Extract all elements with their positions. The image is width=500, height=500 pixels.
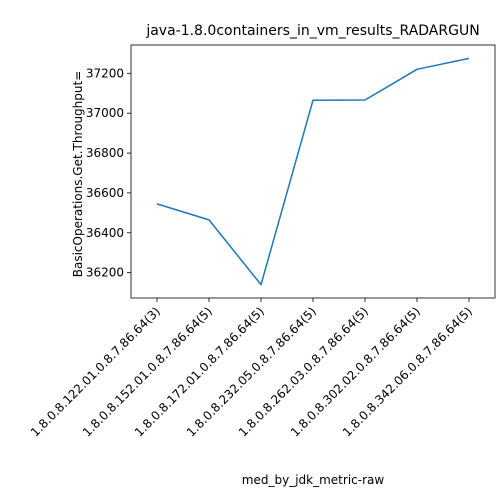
chart-title: java-1.8.0containers_in_vm_results_RADAR…: [145, 23, 479, 39]
y-tick-label: 36800: [86, 146, 124, 160]
y-tick-label: 36400: [86, 226, 124, 240]
x-axis-label: med_by_jdk_metric-raw: [242, 473, 385, 487]
plot-area: [130, 44, 496, 299]
x-axis: 1.8.0.8.122.01.0.8.7.86.64(3)1.8.0.8.152…: [28, 298, 475, 440]
y-tick-label: 36600: [86, 186, 124, 200]
plot-frame: [130, 44, 496, 299]
y-tick-label: 37000: [86, 106, 124, 120]
y-axis-label: BasicOperations.Get.Throughput=: [71, 71, 85, 278]
series-line: [156, 57, 470, 286]
y-tick-label: 36200: [86, 266, 124, 280]
y-tick-label: 37200: [86, 66, 124, 80]
series-layer: [156, 57, 470, 286]
line-chart: java-1.8.0containers_in_vm_results_RADAR…: [28, 23, 496, 487]
y-axis: 36200 36400 36600 36800 37000 37200: [86, 66, 131, 280]
